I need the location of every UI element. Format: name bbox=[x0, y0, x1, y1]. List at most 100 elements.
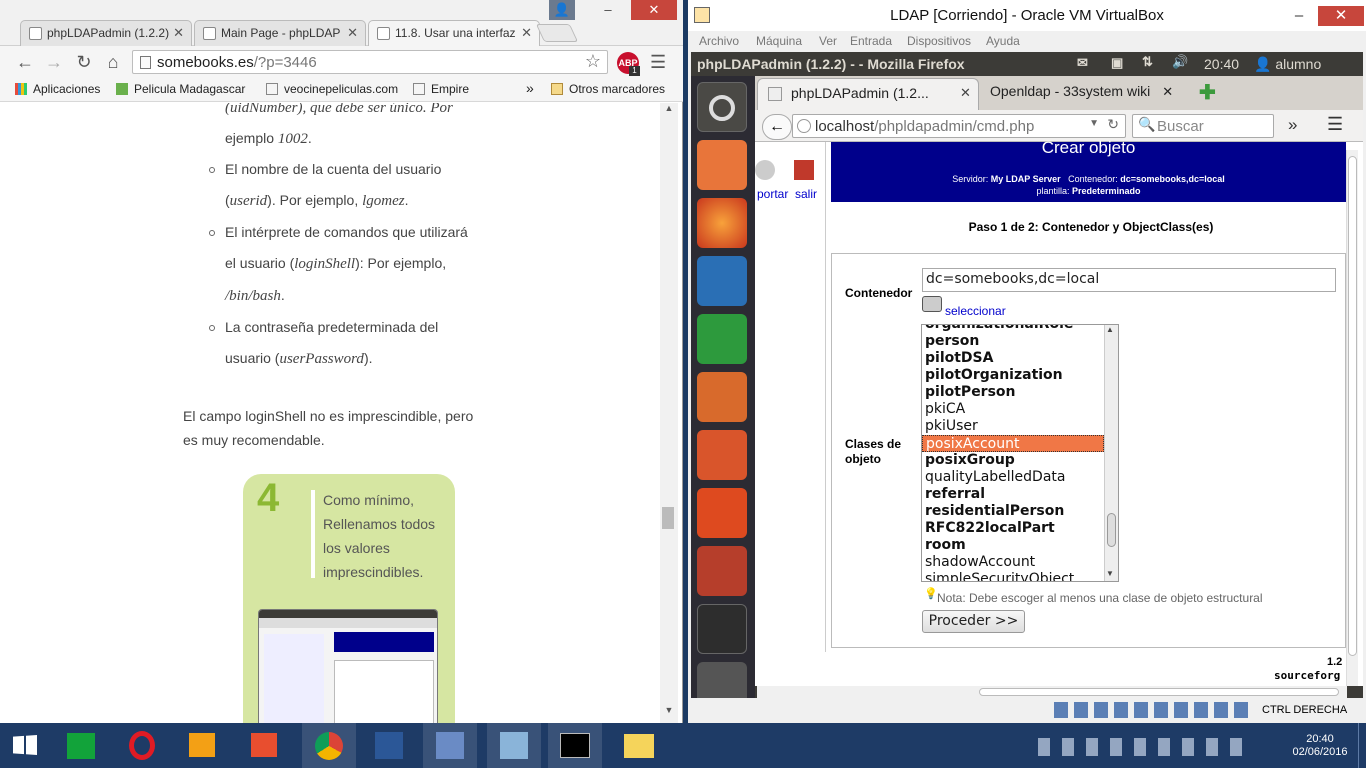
proceed-button[interactable]: Proceder >> bbox=[922, 610, 1025, 633]
forward-arrow-icon[interactable]: → bbox=[43, 52, 65, 72]
tab-main-page[interactable]: Main Page - phpLDAP ✕ bbox=[194, 20, 366, 46]
cmd-icon[interactable] bbox=[548, 723, 602, 768]
system-tray-icons[interactable] bbox=[1038, 738, 1250, 756]
object-class-option[interactable]: residentialPerson bbox=[922, 503, 1118, 520]
object-class-option[interactable]: posixAccount bbox=[922, 435, 1104, 452]
new-tab-plus-icon[interactable]: ✚ bbox=[1199, 80, 1216, 105]
ff-tab-phpldapadmin[interactable]: phpLDAPadmin (1.2... ✕ bbox=[757, 78, 979, 110]
other-bookmarks-folder[interactable]: Otros marcadores bbox=[551, 82, 665, 96]
import-link[interactable]: portar bbox=[757, 187, 788, 201]
container-input[interactable]: dc=somebooks,dc=local bbox=[922, 268, 1336, 292]
scroll-thumb[interactable] bbox=[1107, 513, 1116, 547]
object-class-option[interactable]: person bbox=[922, 333, 1118, 350]
bookmark-empire[interactable]: Empire bbox=[413, 82, 469, 96]
tab-phpldapadmin[interactable]: phpLDAPadmin (1.2.2) ✕ bbox=[20, 20, 192, 46]
minimize-button[interactable]: – bbox=[1284, 0, 1314, 31]
menu-ayuda[interactable]: Ayuda bbox=[986, 34, 1020, 48]
reload-icon[interactable]: ↻ bbox=[73, 52, 95, 72]
select-container-link[interactable]: seleccionar bbox=[945, 304, 1006, 318]
menu-entrada[interactable]: Entrada bbox=[850, 34, 892, 48]
bookmark-veocine[interactable]: veocinepeliculas.com bbox=[266, 82, 398, 96]
terminal-icon[interactable] bbox=[697, 604, 747, 654]
overflow-chevron-icon[interactable]: » bbox=[1288, 115, 1297, 135]
ff-menu-icon[interactable]: ☰ bbox=[1327, 114, 1343, 135]
user-profile-icon[interactable]: 👤 bbox=[549, 0, 575, 20]
scroll-thumb[interactable] bbox=[1348, 156, 1357, 656]
virtualbox-taskbar-icon[interactable] bbox=[423, 723, 477, 768]
back-arrow-icon[interactable]: ← bbox=[762, 114, 792, 140]
close-tab-icon[interactable]: ✕ bbox=[1162, 84, 1173, 99]
system-settings-icon[interactable] bbox=[697, 546, 747, 596]
scroll-down-arrow-icon[interactable]: ▼ bbox=[660, 705, 678, 719]
bookmark-star-icon[interactable]: ☆ bbox=[585, 51, 601, 72]
ff-address-bar[interactable]: localhost/phpldapadmin/cmd.php ▼ ↻ bbox=[792, 114, 1126, 138]
address-bar[interactable]: somebooks.es/?p=3446 ☆ bbox=[132, 50, 608, 74]
media-player-icon[interactable] bbox=[175, 723, 229, 768]
close-tab-icon[interactable]: ✕ bbox=[960, 85, 971, 101]
object-class-option[interactable]: shadowAccount bbox=[922, 554, 1118, 571]
object-class-option[interactable]: RFC822localPart bbox=[922, 520, 1118, 537]
scroll-up-arrow-icon[interactable]: ▲ bbox=[660, 103, 678, 117]
object-class-listbox[interactable]: organizationalRole person pilotDSA pilotOrg… bbox=[921, 324, 1119, 582]
ff-search-box[interactable]: 🔍 Buscar bbox=[1132, 114, 1274, 138]
show-desktop-button[interactable] bbox=[1358, 723, 1366, 768]
network-tool-icon[interactable] bbox=[487, 723, 541, 768]
file-explorer-icon[interactable] bbox=[612, 723, 666, 768]
volume-icon[interactable]: 🔊 bbox=[1172, 54, 1188, 70]
tab-usar-interfaz[interactable]: 11.8. Usar una interfaz ✕ bbox=[368, 20, 540, 47]
logout-icon[interactable] bbox=[794, 160, 814, 180]
guest-user[interactable]: 👤 alumno bbox=[1254, 56, 1321, 73]
object-class-option[interactable]: organizationalRole bbox=[922, 325, 1118, 333]
scroll-up-arrow-icon[interactable]: ▲ bbox=[1106, 325, 1114, 334]
object-class-option[interactable]: pilotOrganization bbox=[922, 367, 1118, 384]
close-window-button[interactable]: ✕ bbox=[1318, 6, 1364, 26]
nvidia-icon[interactable]: ▣ bbox=[1111, 55, 1123, 71]
object-class-option[interactable]: pilotPerson bbox=[922, 384, 1118, 401]
object-class-option[interactable]: room bbox=[922, 537, 1118, 554]
minimize-button[interactable]: – bbox=[585, 0, 631, 20]
device-status-icons[interactable] bbox=[1054, 702, 1254, 718]
calc-icon[interactable] bbox=[697, 314, 747, 364]
recorder-icon[interactable] bbox=[237, 723, 291, 768]
ff-vertical-scrollbar[interactable] bbox=[1346, 150, 1358, 686]
object-class-option[interactable]: pkiCA bbox=[922, 401, 1118, 418]
impress-icon[interactable] bbox=[697, 372, 747, 422]
ubuntu-one-icon[interactable] bbox=[697, 488, 747, 538]
store-icon[interactable] bbox=[54, 723, 108, 768]
ubuntu-dash-icon[interactable] bbox=[697, 82, 747, 132]
guest-clock[interactable]: 20:40 bbox=[1204, 56, 1239, 72]
browse-tree-icon[interactable] bbox=[922, 296, 942, 312]
object-class-option[interactable]: simpleSecurityObject bbox=[922, 571, 1118, 581]
menu-archivo[interactable]: Archivo bbox=[699, 34, 739, 48]
object-class-option[interactable]: referral bbox=[922, 486, 1118, 503]
close-window-button[interactable]: ✕ bbox=[631, 0, 677, 20]
menu-maquina[interactable]: Máquina bbox=[756, 34, 802, 48]
scroll-down-arrow-icon[interactable]: ▼ bbox=[1106, 569, 1114, 578]
bookmark-aplicaciones[interactable]: Aplicaciones bbox=[15, 82, 100, 96]
network-icon[interactable]: ⇅ bbox=[1142, 54, 1153, 70]
close-tab-icon[interactable]: ✕ bbox=[347, 25, 358, 41]
opera-icon[interactable] bbox=[115, 723, 169, 768]
word-icon[interactable] bbox=[362, 723, 416, 768]
bookmark-pelicula[interactable]: Pelicula Madagascar 3 bbox=[116, 82, 248, 96]
logout-link[interactable]: salir bbox=[795, 187, 817, 201]
site-info-icon[interactable] bbox=[797, 119, 811, 133]
chrome-menu-icon[interactable]: ☰ bbox=[650, 52, 666, 73]
taskbar-clock[interactable]: 20:40 02/06/2016 bbox=[1290, 733, 1350, 759]
bookmarks-overflow-button[interactable]: » bbox=[526, 80, 534, 96]
firefox-icon[interactable] bbox=[697, 198, 747, 248]
back-arrow-icon[interactable]: ← bbox=[14, 52, 36, 72]
object-class-option[interactable]: pkiUser bbox=[922, 418, 1118, 435]
article-scrollbar[interactable]: ▲ ▼ bbox=[660, 103, 678, 723]
files-icon[interactable] bbox=[697, 140, 747, 190]
mail-icon[interactable]: ✉ bbox=[1077, 55, 1088, 71]
object-class-option[interactable]: pilotDSA bbox=[922, 350, 1118, 367]
reload-icon[interactable]: ↻ bbox=[1107, 116, 1119, 133]
scroll-thumb[interactable] bbox=[662, 507, 674, 529]
menu-ver[interactable]: Ver bbox=[819, 34, 837, 48]
close-tab-icon[interactable]: ✕ bbox=[521, 25, 532, 41]
scroll-thumb[interactable] bbox=[979, 688, 1339, 696]
chrome-taskbar-icon[interactable] bbox=[302, 723, 356, 768]
listbox-scrollbar[interactable]: ▲ ▼ bbox=[1104, 325, 1118, 581]
ff-horizontal-scrollbar[interactable] bbox=[757, 686, 1347, 698]
